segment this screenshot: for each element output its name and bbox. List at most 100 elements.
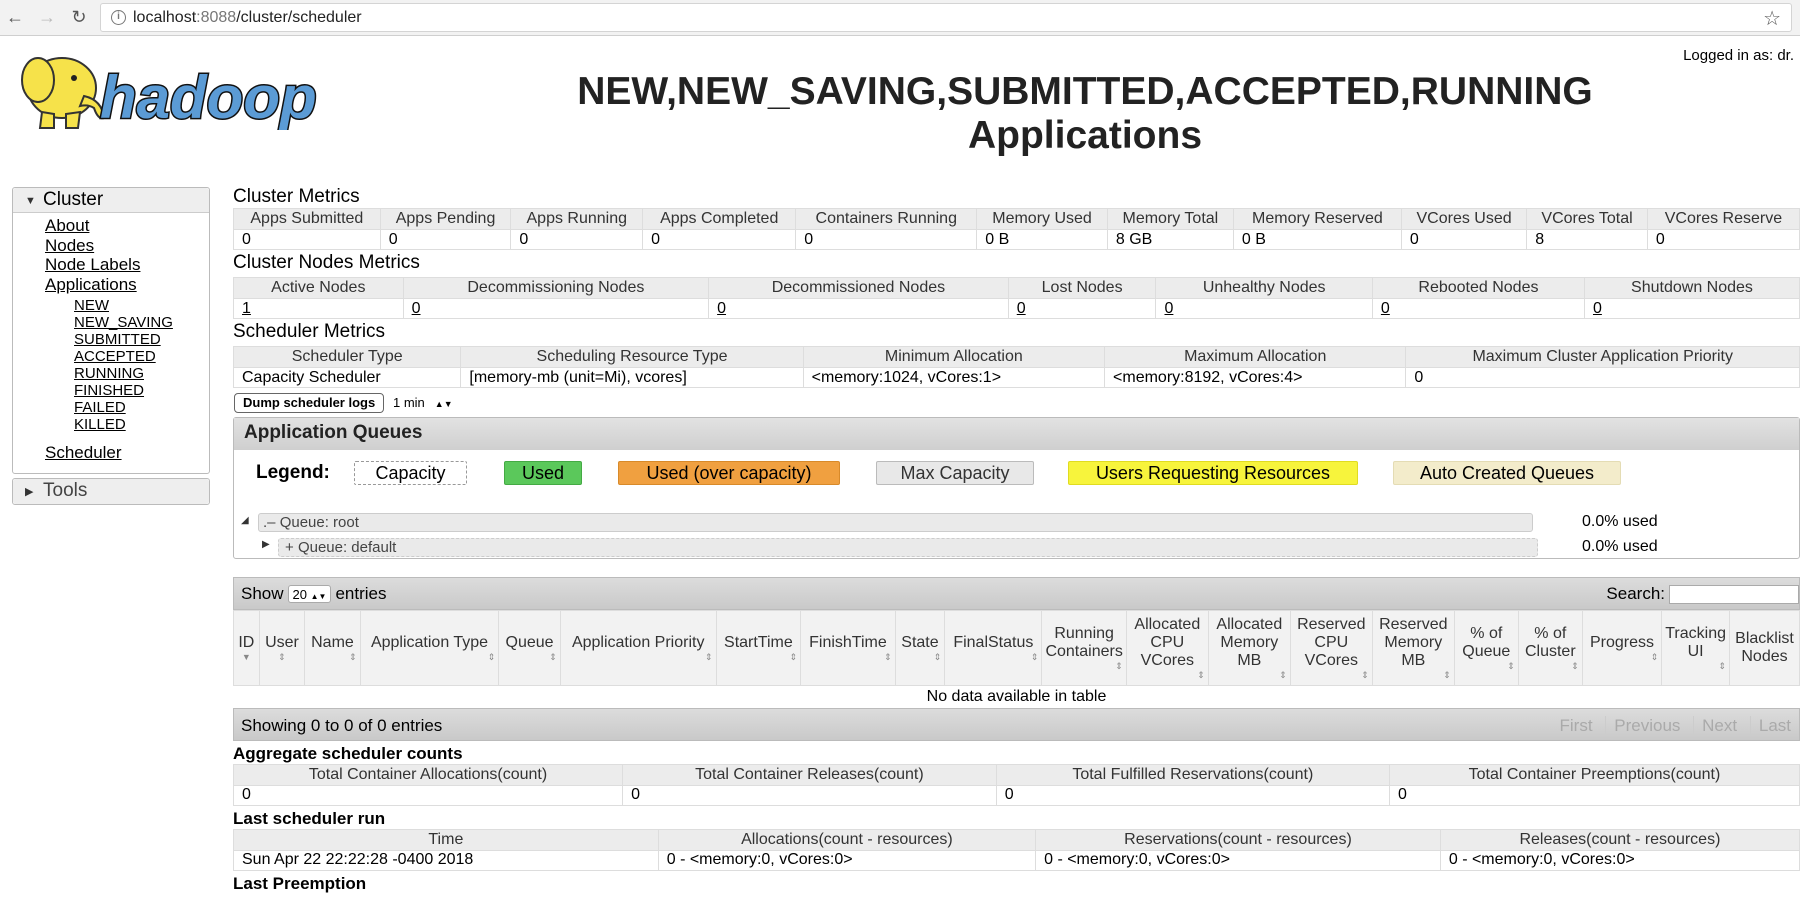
active-nodes-link[interactable]: 1 (242, 300, 251, 317)
pager-next[interactable]: Next (1693, 715, 1746, 735)
sidebar-item-killed[interactable]: KILLED (74, 416, 209, 433)
sort-icon: ⇕ (1197, 670, 1205, 680)
col-header: Decommissioned Nodes (708, 277, 1009, 299)
sidebar-item-about[interactable]: About (45, 216, 209, 236)
col-finalstatus[interactable]: FinalStatus ⇕ (944, 610, 1043, 686)
col-queue[interactable]: Queue ⇕ (498, 610, 561, 686)
sort-icon: ⇕ (1361, 670, 1369, 680)
search-input[interactable] (1669, 585, 1799, 605)
expand-default-icon[interactable]: ▶ (262, 539, 270, 550)
apps-table-toolbar: Show 20 ▲▼ entries Search: (233, 577, 1800, 610)
dump-interval-select[interactable]: 1 min ▲▼ (393, 395, 453, 410)
entries-label: entries (335, 584, 387, 603)
col-progress[interactable]: Progress ⇕ (1581, 610, 1663, 686)
pager-first[interactable]: First (1552, 716, 1601, 735)
page-title: NEW,NEW_SAVING,SUBMITTED,ACCEPTED,RUNNIN… (577, 70, 1593, 157)
dump-scheduler-logs-button[interactable]: Dump scheduler logs (234, 393, 385, 413)
col-app-type[interactable]: Application Type ⇕ (359, 610, 500, 686)
last-preemption-title: Last Preemption (233, 873, 367, 893)
apps-table-footer: Showing 0 to 0 of 0 entries First Previo… (233, 707, 1800, 741)
url-text: localhost:8088/cluster/scheduler (133, 9, 362, 26)
entries-select[interactable]: 20 ▲▼ (287, 585, 332, 603)
queue-default-bar[interactable]: + Queue: default (278, 538, 1538, 557)
metric-value: 0 (1400, 229, 1528, 250)
col-header: Memory Total (1106, 208, 1234, 230)
sort-icon: ⇕ (1115, 661, 1123, 671)
reload-icon[interactable]: ↻ (68, 6, 90, 28)
bookmark-star-icon[interactable]: ☆ (1763, 6, 1781, 31)
sidebar-item-node-labels[interactable]: Node Labels (45, 255, 209, 275)
collapse-root-icon[interactable]: ◢ (241, 515, 249, 526)
col-header: Decommissioning Nodes (402, 277, 710, 299)
sort-icon: ⇕ (1279, 670, 1287, 680)
sidebar-item-finished[interactable]: FINISHED (74, 382, 209, 399)
col-pct-queue[interactable]: % of Queue ⇕ (1453, 610, 1519, 686)
col-header: Apps Pending (379, 208, 512, 230)
legend-max-capacity: Max Capacity (876, 461, 1034, 485)
sidebar-item-running[interactable]: RUNNING (74, 365, 209, 382)
pager-previous[interactable]: Previous (1605, 715, 1689, 735)
rebooted-nodes-link[interactable]: 0 (1381, 300, 1390, 317)
col-header: Apps Submitted (233, 208, 381, 230)
back-arrow-icon[interactable]: ← (4, 6, 26, 28)
col-id[interactable]: ID ▼ (233, 610, 260, 686)
sidebar-item-submitted[interactable]: SUBMITTED (74, 331, 209, 348)
sort-icon: ⇕ (705, 652, 713, 662)
col-starttime[interactable]: StartTime ⇕ (715, 610, 802, 686)
metric-value: 0 B (1232, 229, 1402, 250)
metric-value: 0 (995, 784, 1390, 806)
address-bar[interactable]: i localhost:8088/cluster/scheduler ☆ (100, 3, 1792, 32)
shutdown-nodes-link[interactable]: 0 (1593, 300, 1602, 317)
col-priority[interactable]: Application Priority ⇕ (559, 610, 717, 686)
sidebar-item-scheduler[interactable]: Scheduler (45, 443, 209, 463)
show-label: Show (241, 584, 284, 603)
sidebar-item-applications[interactable]: Applications (45, 275, 209, 295)
pager-last[interactable]: Last (1749, 715, 1799, 735)
decommissioning-nodes-link[interactable]: 0 (412, 300, 421, 317)
unhealthy-nodes-link[interactable]: 0 (1164, 300, 1173, 317)
sidebar-item-new[interactable]: NEW (74, 297, 209, 314)
hadoop-logo[interactable]: hadoop (14, 48, 354, 130)
legend-capacity: Capacity (354, 461, 467, 485)
col-allocated-memory[interactable]: Allocated Memory MB ⇕ (1207, 610, 1291, 686)
col-finishtime[interactable]: FinishTime ⇕ (800, 610, 896, 686)
col-state[interactable]: State ⇕ (894, 610, 946, 686)
sidebar-item-nodes[interactable]: Nodes (45, 236, 209, 256)
application-queues-title: Application Queues (234, 418, 1799, 450)
sort-icon: ⇕ (933, 652, 942, 662)
search-label: Search: (1606, 584, 1665, 603)
decommissioned-nodes-link[interactable]: 0 (717, 300, 726, 317)
last-run-title: Last scheduler run (233, 808, 386, 828)
lost-nodes-link[interactable]: 0 (1017, 300, 1026, 317)
queue-legend: Legend: Capacity Used Used (over capacit… (234, 452, 1799, 492)
col-allocated-vcores[interactable]: Allocated CPU VCores ⇕ (1125, 610, 1209, 686)
col-tracking-ui[interactable]: Tracking UI ⇕ (1661, 610, 1730, 686)
queue-root-bar[interactable]: .– Queue: root (258, 513, 1533, 532)
col-header: Memory Used (976, 208, 1108, 230)
col-header: Reservations(count - resources) (1035, 828, 1441, 851)
metric-value: <memory:8192, vCores:4> (1104, 367, 1407, 388)
col-header: Releases(count - resources) (1439, 828, 1800, 851)
sidebar-item-new-saving[interactable]: NEW_SAVING (74, 314, 209, 331)
col-header: Total Container Preemptions(count) (1388, 763, 1800, 786)
info-icon[interactable]: i (111, 10, 126, 25)
col-reserved-memory[interactable]: Reserved Memory MB ⇕ (1371, 610, 1455, 686)
caret-down-icon: ▼ (25, 195, 36, 207)
col-name[interactable]: Name ⇕ (304, 610, 361, 686)
sidebar-item-failed[interactable]: FAILED (74, 399, 209, 416)
metric-value: 0 (622, 784, 997, 806)
col-blacklist-nodes[interactable]: Blacklist Nodes (1729, 610, 1800, 686)
cluster-toggle[interactable]: ▼ Cluster (13, 188, 209, 213)
queue-default-used: 0.0% used (1582, 538, 1658, 555)
tools-toggle[interactable]: ▶ Tools (13, 478, 209, 504)
applications-table: ID ▼ User ⇕ Name ⇕ Application Type ⇕ Queue ⇕… (233, 610, 1800, 708)
col-user[interactable]: User ⇕ (258, 610, 306, 686)
forward-arrow-icon[interactable]: → (36, 6, 58, 28)
col-pct-cluster[interactable]: % of Cluster ⇕ (1517, 610, 1583, 686)
showing-entries-info: Showing 0 to 0 of 0 entries (241, 715, 443, 735)
col-running-containers[interactable]: Running Containers ⇕ (1041, 610, 1127, 686)
sidebar-item-accepted[interactable]: ACCEPTED (74, 348, 209, 365)
col-reserved-vcores[interactable]: Reserved CPU VCores ⇕ (1289, 610, 1373, 686)
metric-value: [memory-mb (unit=Mi), vcores] (460, 367, 804, 388)
tools-nav[interactable]: ▶ Tools (12, 477, 210, 505)
